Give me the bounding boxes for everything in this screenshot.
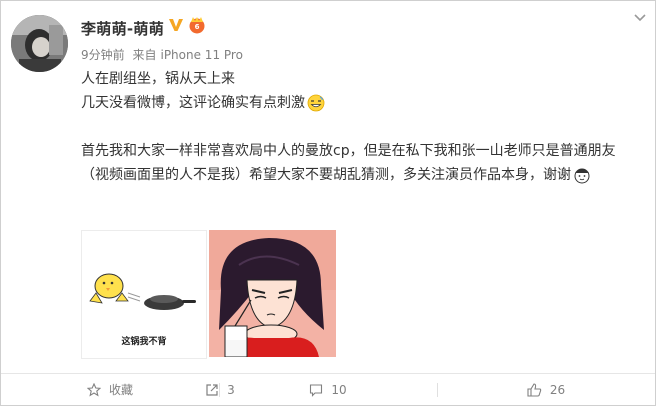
comment-icon xyxy=(310,383,323,397)
content-line-2: 几天没看微博，这评论确实有点刺激 xyxy=(81,91,641,115)
action-bar: 收藏 3 10 26 xyxy=(1,374,655,405)
comment-count: 10 xyxy=(331,382,347,397)
content-line-2-text: 几天没看微博，这评论确实有点刺激 xyxy=(81,95,305,111)
post-image-2[interactable] xyxy=(209,230,336,357)
avatar[interactable] xyxy=(11,15,68,72)
more-chevron-icon[interactable] xyxy=(633,11,647,25)
grin-emoji-icon xyxy=(307,94,325,112)
content-paragraph: 首先我和大家一样非常喜欢局中人的曼放cp，但是在私下我和张一山老师只是普通朋友（… xyxy=(81,139,641,187)
post-meta: 9分钟前 来自 iPhone 11 Pro xyxy=(81,46,247,63)
comment-button[interactable]: 10 xyxy=(219,374,437,405)
content-paragraph-text: 首先我和大家一样非常喜欢局中人的曼放cp，但是在私下我和张一山老师只是普通朋友（… xyxy=(81,143,616,183)
image-1-caption: 这锅我不背 xyxy=(121,335,166,347)
verified-v-icon xyxy=(169,19,183,31)
post-source: iPhone 11 Pro xyxy=(160,48,243,62)
username[interactable]: 李萌萌-萌萌 xyxy=(81,18,164,39)
svg-text:6: 6 xyxy=(195,23,200,31)
weibo-post-card: 李萌萌-萌萌 6 9分钟前 来自 iPhone 11 Pro 人在剧组坐，锅从天上… xyxy=(0,0,656,406)
vip-badge-icon[interactable]: 6 xyxy=(187,16,207,34)
like-icon xyxy=(527,382,542,397)
repost-icon xyxy=(206,383,218,396)
post-image-1[interactable]: 这锅我不背 xyxy=(81,230,207,359)
star-icon xyxy=(86,382,101,396)
content-line-1: 人在剧组坐，锅从天上来 xyxy=(81,71,235,87)
post-time[interactable]: 9分钟前 xyxy=(81,48,125,62)
salute-emoji-icon xyxy=(574,168,590,184)
source-prefix: 来自 xyxy=(132,48,157,62)
post-content: 人在剧组坐，锅从天上来 几天没看微博，这评论确实有点刺激 首先我和大家一样非常喜… xyxy=(81,67,641,187)
like-count: 26 xyxy=(549,382,566,397)
like-button[interactable]: 26 xyxy=(437,374,655,405)
